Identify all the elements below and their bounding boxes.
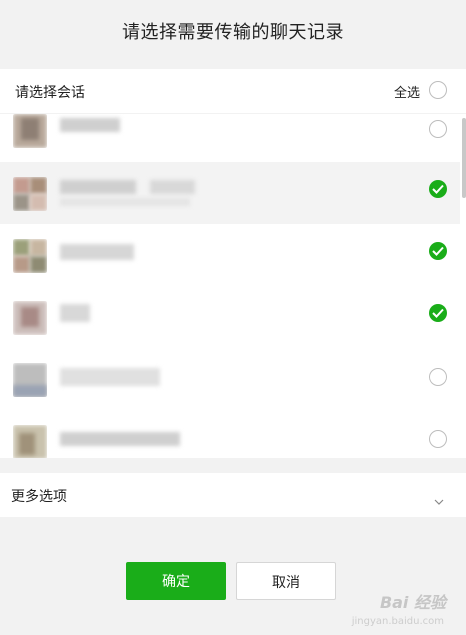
select-session-label: 请选择会话 xyxy=(15,85,85,101)
more-options-label: 更多选项 xyxy=(11,489,67,505)
conversation-row[interactable] xyxy=(0,224,460,286)
avatar xyxy=(13,177,47,211)
conversation-name-redacted xyxy=(60,118,120,132)
conversation-radio[interactable] xyxy=(429,120,447,138)
conversation-row[interactable] xyxy=(0,162,460,224)
conversation-row[interactable] xyxy=(0,114,460,160)
conversation-name-redacted xyxy=(60,368,160,386)
cancel-button[interactable]: 取消 xyxy=(236,562,336,600)
list-scrollbar[interactable] xyxy=(462,118,466,198)
select-all-radio[interactable] xyxy=(429,81,447,99)
page-title: 请选择需要传输的聊天记录 xyxy=(122,22,344,43)
conversation-name-redacted xyxy=(60,244,134,260)
conversation-radio-checked[interactable] xyxy=(429,180,447,198)
conversation-list xyxy=(0,114,466,458)
more-options-row[interactable]: 更多选项 xyxy=(0,473,466,517)
conversation-name-redacted xyxy=(60,180,136,194)
avatar xyxy=(13,363,47,397)
check-icon xyxy=(432,246,444,256)
chevron-down-icon xyxy=(434,490,444,509)
watermark-logo: Bai 经验 xyxy=(379,593,446,612)
check-icon xyxy=(432,184,444,194)
conversation-radio-checked[interactable] xyxy=(429,242,447,260)
conversation-row[interactable] xyxy=(0,286,460,348)
avatar xyxy=(13,301,47,335)
conversation-radio[interactable] xyxy=(429,430,447,448)
avatar xyxy=(13,114,47,148)
conversation-name-redacted xyxy=(60,432,180,446)
conversation-radio-checked[interactable] xyxy=(429,304,447,322)
watermark-url: jingyan.baidu.com xyxy=(351,616,444,627)
check-icon xyxy=(432,308,444,318)
conversation-row[interactable] xyxy=(0,410,460,458)
select-all-label[interactable]: 全选 xyxy=(394,82,420,101)
select-header: 请选择会话 全选 xyxy=(0,69,466,113)
avatar xyxy=(13,425,47,458)
avatar xyxy=(13,239,47,273)
conversation-row[interactable] xyxy=(0,348,460,410)
confirm-button[interactable]: 确定 xyxy=(126,562,226,600)
conversation-radio[interactable] xyxy=(429,368,447,386)
conversation-name-redacted xyxy=(60,304,90,322)
